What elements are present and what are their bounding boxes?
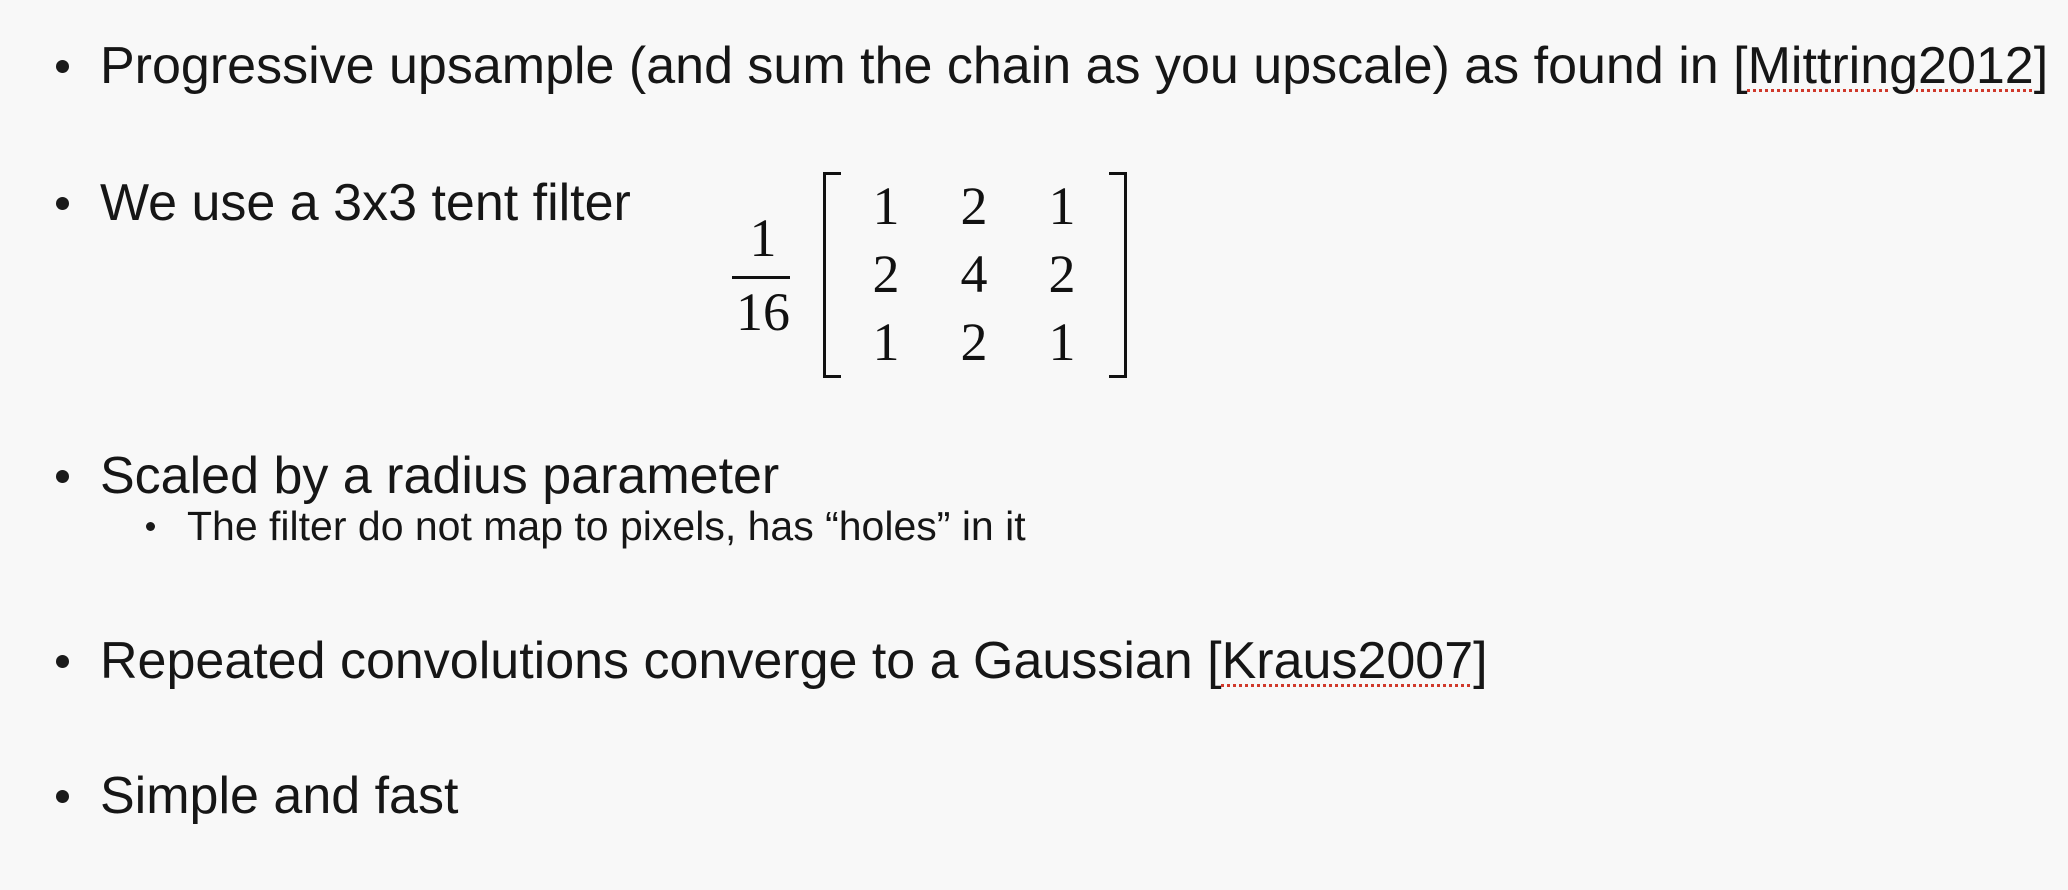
fraction-denominator: 16 [736,282,790,342]
matrix-cell: 1 [1048,176,1076,236]
bullet-dot-icon [56,60,69,73]
fraction-bar [732,276,790,279]
bullet-text: Scaled by a radius parameter [100,447,780,505]
matrix-cell: 1 [872,312,900,372]
fraction-numerator: 1 [749,208,777,268]
bullet-dot-icon [56,790,69,803]
left-bracket [823,172,841,378]
bullet-dot-icon [56,470,69,483]
sub-bullet-text: The filter do not map to pixels, has “ho… [187,503,1026,549]
matrix-cell: 1 [1048,312,1076,372]
citation-mittring2012: Mittring2012 [1747,37,2034,95]
matrix-cell: 2 [872,244,900,304]
bullet-text: We use a 3x3 tent filter [100,174,631,232]
tent-filter-equation: 1 16 1 2 1 2 4 2 1 2 1 [720,168,1140,388]
matrix-cell: 2 [960,176,988,236]
bullet-dot-icon [56,197,69,210]
bullet-text: Repeated convolutions converge to a Gaus… [100,632,1488,690]
right-bracket [1109,172,1127,378]
bullet-text: Progressive upsample (and sum the chain … [100,37,2049,95]
citation-kraus2007: Kraus2007 [1221,632,1474,690]
sub-bullet-dot-icon [146,522,155,531]
bullet-dot-icon [56,655,69,668]
matrix-cell: 2 [1048,244,1076,304]
matrix-cell: 1 [872,176,900,236]
matrix-cell: 2 [960,312,988,372]
matrix-cell: 4 [960,244,988,304]
bullet-text: Simple and fast [100,767,459,825]
